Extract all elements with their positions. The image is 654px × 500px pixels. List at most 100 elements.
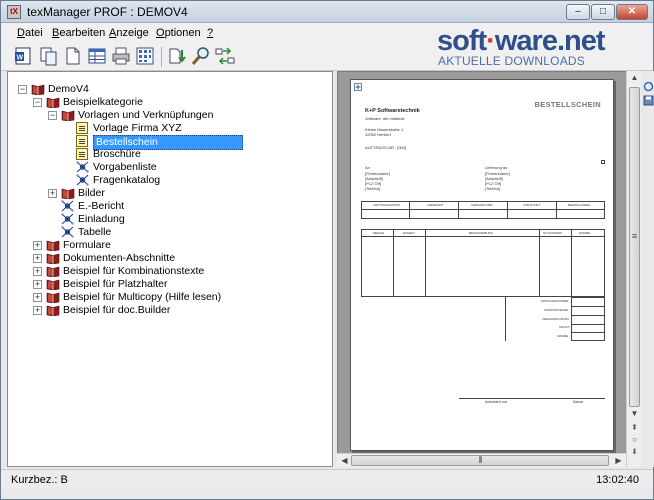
tree-item[interactable]: Bestellschein [8, 135, 328, 150]
save-icon[interactable] [643, 95, 654, 106]
tree-item[interactable]: Vorgabenliste [8, 161, 328, 174]
grid-icon[interactable] [135, 46, 155, 66]
tree-item[interactable]: + Bilder [8, 187, 328, 200]
expand-icon[interactable]: + [33, 241, 42, 250]
scroll-grip-icon: ≡ [631, 231, 638, 241]
menu-bearbeiten[interactable]: Bearbeiten [52, 27, 105, 39]
anchor-icon [354, 83, 362, 91]
tree-item-label[interactable]: E.-Bericht [78, 200, 124, 213]
doc-total-label: ZWISCHENSUMME [541, 299, 569, 303]
tree-item[interactable]: + Beispiel für Multicopy (Hilfe lesen) [8, 291, 328, 304]
previous-page-icon[interactable]: ⇞ [627, 423, 642, 432]
preview-vertical-scrollbar[interactable]: ▲ ≡ ▼ ⇞ ○ ⇟ [626, 71, 641, 467]
book-icon [31, 84, 45, 96]
doc-total-label: SUMME [557, 334, 569, 338]
tree-item-label[interactable]: Vorgabenliste [93, 161, 157, 174]
doc-table-rule [571, 324, 605, 325]
scroll-up-arrow[interactable]: ▲ [627, 73, 642, 82]
tree-item[interactable]: − DemoV4 [8, 83, 328, 96]
tree-item[interactable]: + Formulare [8, 239, 328, 252]
expand-icon[interactable]: + [33, 267, 42, 276]
select-browse-object-icon[interactable]: ○ [627, 435, 642, 444]
menu-help[interactable]: ? [207, 27, 213, 39]
tree-item[interactable]: Broschüre [8, 148, 328, 161]
tree-item[interactable]: + Beispiel für doc.Builder [8, 304, 328, 317]
tree-item-label[interactable]: Beispiel für doc.Builder [63, 304, 170, 317]
word-icon[interactable]: W [13, 46, 33, 66]
tree-item[interactable]: E.-Bericht [8, 200, 328, 213]
tree-item-label[interactable]: Fragenkatalog [93, 174, 160, 187]
expand-icon[interactable]: + [33, 306, 42, 315]
tree-item-label[interactable]: Dokumenten-Abschnitte [63, 252, 175, 265]
new-document-icon[interactable] [63, 46, 83, 66]
expand-icon[interactable]: + [33, 280, 42, 289]
minimize-button[interactable]: ‒ [566, 4, 590, 20]
tree-item[interactable]: + Beispiel für Kombinationstexte [8, 265, 328, 278]
tree-item-label[interactable]: DemoV4 [48, 83, 89, 96]
tree-item-label[interactable]: Tabelle [78, 226, 111, 239]
doc-left-block-line: [Telefon] [365, 186, 381, 191]
watermark-subtitle: AKTUELLE DOWNLOADS [438, 54, 585, 68]
tree-item-label[interactable]: Beispiel für Multicopy (Hilfe lesen) [63, 291, 221, 304]
tree-item[interactable]: − Vorlagen und Verknüpfungen [8, 109, 328, 122]
tree-item-label[interactable]: Beispielkategorie [63, 96, 143, 109]
tree-item[interactable]: Tabelle [8, 226, 328, 239]
close-button[interactable]: ✕ [616, 4, 648, 20]
sync-icon[interactable] [215, 46, 235, 66]
tree-item-label[interactable]: Beispiel für Kombinationstexte [63, 265, 204, 278]
scroll-thumb[interactable] [629, 87, 640, 407]
tree-item-label[interactable]: Einladung [78, 213, 125, 226]
menu-datei[interactable]: Datei [17, 27, 43, 39]
doc-total-label: UMSATZSTEUER [544, 308, 569, 312]
print-icon[interactable] [111, 46, 131, 66]
collapse-icon[interactable]: − [33, 98, 42, 107]
doc-table-rule [425, 229, 426, 297]
doc-table1-header: FOB-PUNKT [523, 203, 541, 207]
app-window: tX texManager PROF : DEMOV4 ‒ □ ✕ Datei … [0, 0, 654, 500]
doc-sign-left: Autorisiert von [485, 400, 508, 404]
collapse-icon[interactable]: − [18, 85, 27, 94]
doc-totals-box [571, 297, 605, 341]
expand-icon[interactable]: + [33, 254, 42, 263]
tree-item-label[interactable]: Beispiel für Platzhalter [63, 278, 167, 291]
tree-item-label[interactable]: Vorlage Firma XYZ [93, 122, 182, 135]
scroll-down-arrow[interactable]: ▼ [627, 409, 642, 418]
doc-total-label: SONST. [559, 325, 570, 329]
expand-icon[interactable]: + [33, 293, 42, 302]
scroll-left-arrow[interactable]: ◀ [337, 456, 352, 465]
tree-item[interactable]: Vorlage Firma XYZ [8, 122, 328, 135]
tree-item[interactable]: Fragenkatalog [8, 174, 328, 187]
doc-table-rule [571, 315, 605, 316]
menu-optionen[interactable]: Optionen [156, 27, 201, 39]
maximize-button[interactable]: □ [591, 4, 615, 20]
doc-table2-header: MENGE [373, 231, 385, 235]
title-bar[interactable]: tX texManager PROF : DEMOV4 ‒ □ ✕ [1, 1, 653, 23]
tree-item-label[interactable]: Bilder [78, 187, 105, 200]
doc-table-rule [571, 229, 572, 297]
scroll-right-arrow[interactable]: ▶ [611, 456, 626, 465]
menu-anzeige[interactable]: Anzeige [109, 27, 149, 39]
link-icon [61, 213, 74, 225]
svg-text:W: W [17, 55, 24, 62]
collapse-icon[interactable]: − [48, 111, 57, 120]
tree-item-label[interactable]: Broschüre [93, 148, 141, 161]
doc-address-2: 32052 Herford [365, 132, 391, 137]
search-icon[interactable] [191, 46, 211, 66]
book-icon [46, 253, 60, 265]
tree-item-label[interactable]: Formulare [63, 239, 111, 252]
app-icon[interactable]: tX [7, 5, 21, 19]
preview-horizontal-scrollbar[interactable]: ◀ ⦀ ▶ [337, 453, 626, 467]
refresh-icon[interactable] [643, 81, 654, 92]
doc-table1-header: AUFTRAGSDATUM [373, 203, 400, 207]
tree-item[interactable]: + Dokumenten-Abschnitte [8, 252, 328, 265]
next-page-icon[interactable]: ⇟ [627, 447, 642, 456]
document-tree[interactable]: − DemoV4− Beispielkategorie − Vorlagen und V… [7, 71, 333, 467]
tree-item-label[interactable]: Vorlagen und Verknüpfungen [78, 109, 213, 122]
expand-icon[interactable]: + [48, 189, 57, 198]
import-icon[interactable] [167, 46, 187, 66]
copy-icon[interactable] [39, 46, 59, 66]
table-icon[interactable] [87, 46, 107, 66]
tree-item[interactable]: Einladung [8, 213, 328, 226]
tree-item[interactable]: + Beispiel für Platzhalter [8, 278, 328, 291]
tree-item[interactable]: − Beispielkategorie [8, 96, 328, 109]
